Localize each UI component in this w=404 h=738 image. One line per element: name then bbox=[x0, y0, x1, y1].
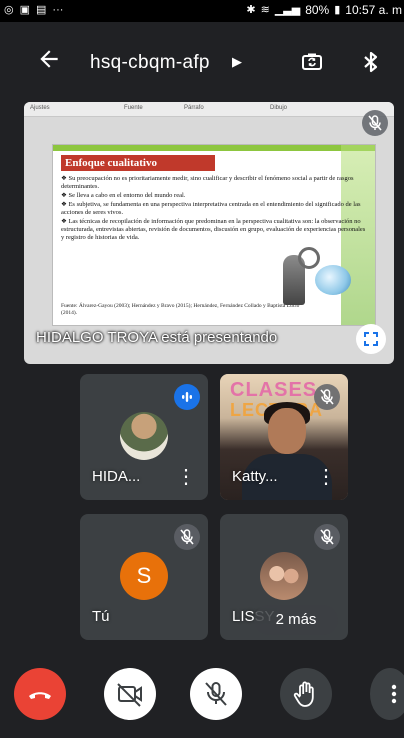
status-bar-notifications: ◎ ▣ ▤ ··· bbox=[4, 3, 63, 17]
participant-tile-self[interactable]: S Tú bbox=[80, 514, 208, 640]
shared-slide: Enfoque cualitativo ❖ Su preocupación no… bbox=[52, 144, 376, 326]
whatsapp-icon: ◎ bbox=[4, 4, 14, 16]
participant-name: Tú bbox=[92, 608, 110, 625]
avatar bbox=[260, 552, 308, 600]
clock: 10:57 a. m bbox=[345, 3, 402, 17]
ribbon-label: Dibujo bbox=[270, 105, 288, 111]
slide-decoration bbox=[53, 145, 375, 151]
ribbon-label: Ajustes bbox=[30, 105, 50, 111]
slide-bullets: ❖ Su preocupación no es prioritariamente… bbox=[61, 175, 366, 243]
back-arrow-icon[interactable] bbox=[36, 46, 62, 72]
slide-bullet: ❖ Se lleva a cabo en el entorno del mund… bbox=[61, 192, 186, 199]
participant-name: Katty... bbox=[232, 468, 278, 485]
raise-hand-button[interactable] bbox=[280, 668, 332, 720]
slide-bullet: ❖ Es subjetiva, se fundamenta en una per… bbox=[61, 201, 361, 216]
more-options-button[interactable] bbox=[370, 668, 404, 720]
shared-app-ribbon: Ajustes Fuente Párrafo Dibujo bbox=[24, 102, 394, 117]
battery-percent: 80% bbox=[305, 3, 330, 17]
participant-tile[interactable]: HIDA... ⋮ bbox=[80, 374, 208, 500]
ribbon-label: Párrafo bbox=[184, 105, 204, 111]
presentation-tile[interactable]: Ajustes Fuente Párrafo Dibujo Enfoque cu… bbox=[24, 102, 394, 364]
speaking-indicator-icon bbox=[174, 384, 200, 410]
slide-source: Fuente: Álvarez-Gayou (2003); Hernández … bbox=[61, 303, 300, 316]
bluetooth-audio-icon[interactable] bbox=[360, 50, 382, 74]
svg-text:CLASES: CLASES bbox=[230, 379, 317, 401]
avatar: S bbox=[120, 552, 168, 600]
camera-off-button[interactable] bbox=[104, 668, 156, 720]
end-call-button[interactable] bbox=[14, 668, 66, 720]
mic-off-icon bbox=[362, 110, 388, 136]
status-bar: ◎ ▣ ▤ ··· ✱ ≋ ▁▃▅ 80% ▮ 10:57 a. m bbox=[0, 0, 404, 22]
cell-signal-icon: ▁▃▅ bbox=[274, 4, 301, 16]
bluetooth-status-icon: ✱ bbox=[246, 4, 256, 16]
mic-off-icon bbox=[314, 524, 340, 550]
slide-title: Enfoque cualitativo bbox=[61, 155, 215, 171]
mic-off-icon bbox=[314, 384, 340, 410]
meeting-details-caret-icon[interactable]: ▶ bbox=[232, 54, 242, 70]
battery-icon: ▮ bbox=[334, 4, 341, 16]
mic-off-button[interactable] bbox=[190, 668, 242, 720]
slide-bullet: ❖ Su preocupación no es prioritariamente… bbox=[61, 175, 354, 190]
participant-video bbox=[268, 408, 306, 454]
slide-bullet: ❖ Las técnicas de recopilación de inform… bbox=[61, 218, 366, 241]
presenter-label: HIDALGO TROYA está presentando bbox=[36, 329, 278, 346]
more-vert-icon[interactable]: ⋮ bbox=[316, 466, 336, 488]
switch-camera-icon[interactable] bbox=[300, 50, 324, 74]
fullscreen-button[interactable] bbox=[356, 324, 386, 354]
more-participants-button[interactable]: 2 más bbox=[254, 605, 338, 635]
image-icon: ▣ bbox=[19, 4, 31, 16]
participant-name: HIDA... bbox=[92, 468, 141, 485]
slide-illustration-magnifier bbox=[298, 247, 320, 269]
mic-off-icon bbox=[174, 524, 200, 550]
status-bar-system: ✱ ≋ ▁▃▅ 80% ▮ 10:57 a. m bbox=[246, 3, 402, 17]
meeting-header: hsq-cbqm-afp ▶ bbox=[0, 22, 404, 102]
more-vert-icon[interactable]: ⋮ bbox=[176, 466, 196, 488]
ribbon-label: Fuente bbox=[124, 105, 143, 111]
wifi-signal-icon: ≋ bbox=[260, 4, 270, 16]
avatar bbox=[120, 412, 168, 460]
more-notifications: ··· bbox=[52, 4, 64, 16]
slide-illustration-globe bbox=[315, 265, 351, 295]
participant-tile[interactable]: CLASESLECTURA Katty... ⋮ bbox=[220, 374, 348, 500]
meeting-code[interactable]: hsq-cbqm-afp bbox=[90, 52, 210, 74]
facebook-icon: ▤ bbox=[36, 4, 47, 16]
